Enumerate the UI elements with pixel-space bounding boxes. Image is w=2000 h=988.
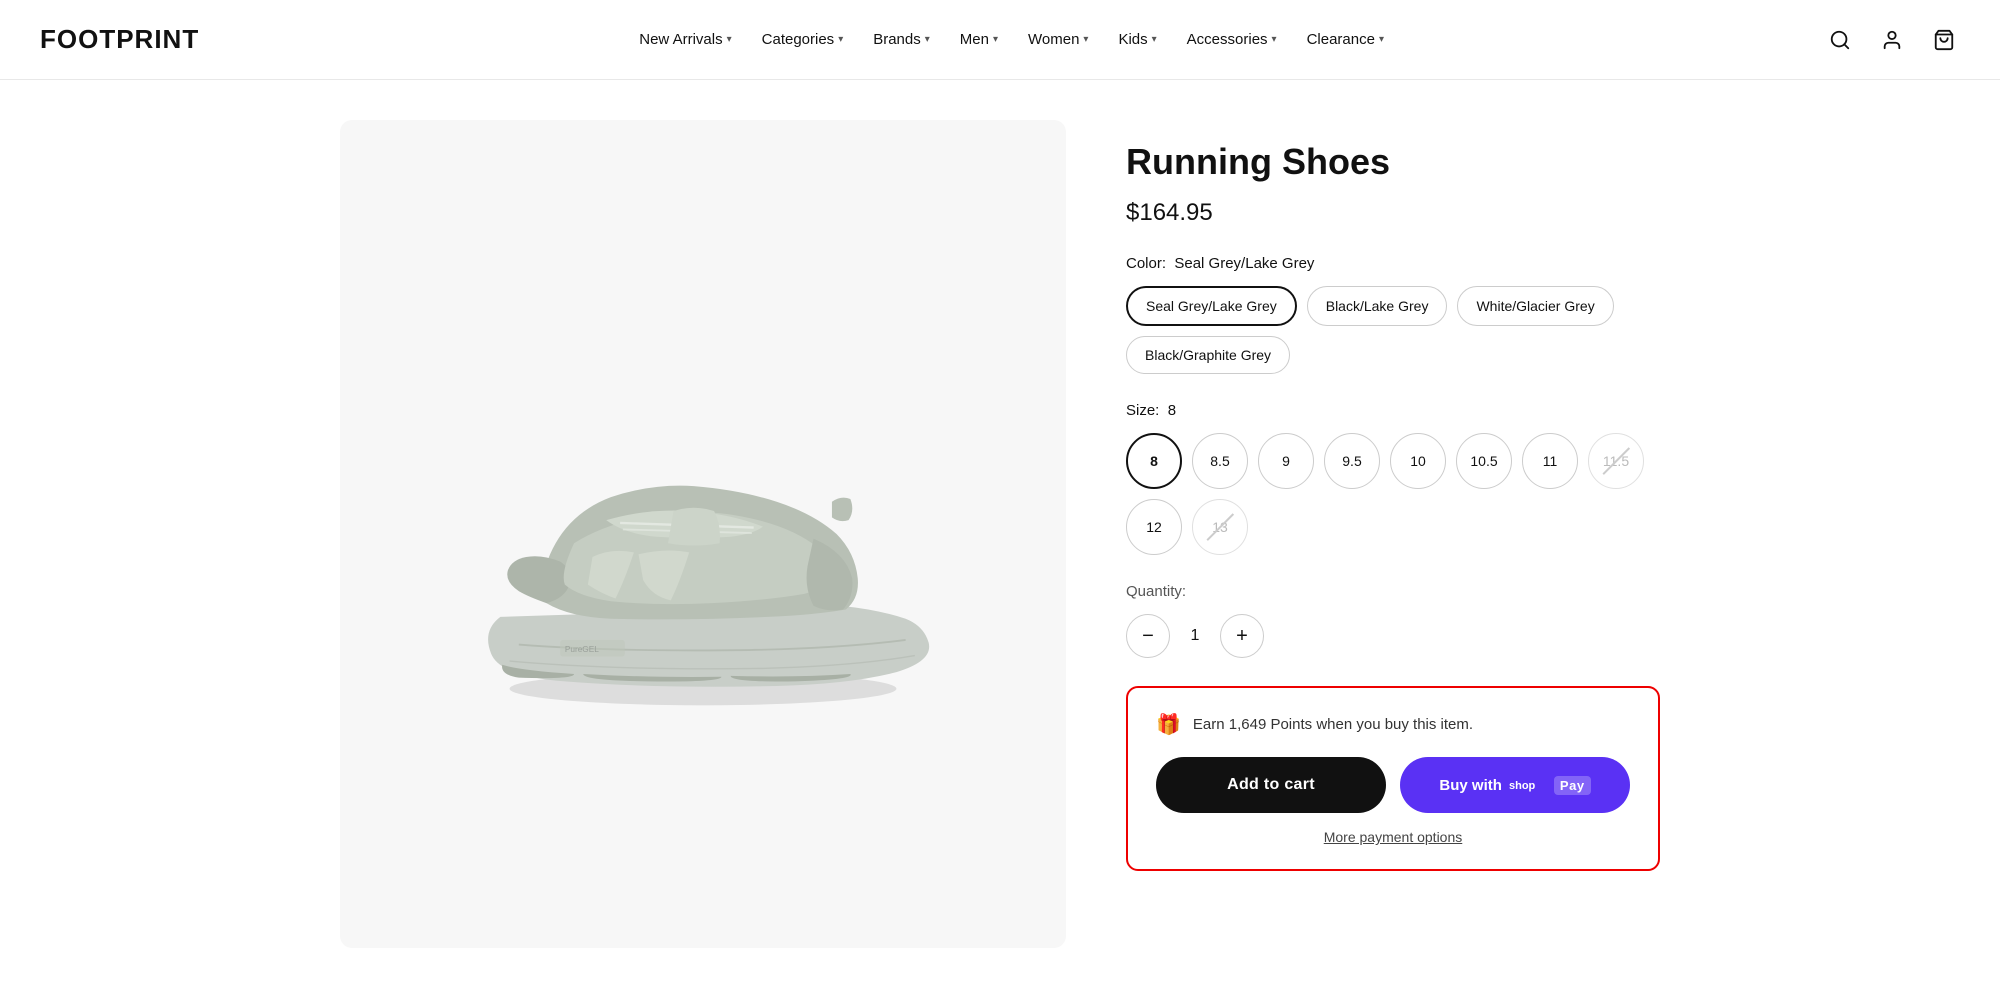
chevron-down-icon: ▾ — [838, 34, 843, 45]
add-to-cart-button[interactable]: Add to cart — [1156, 757, 1386, 813]
cta-buttons: Add to cart Buy with shop Pay — [1156, 757, 1630, 813]
main-content: PureGEL Running Shoes $164.95 Color: Sea… — [300, 80, 1700, 988]
chevron-down-icon: ▾ — [925, 34, 930, 45]
cart-button[interactable] — [1928, 24, 1960, 56]
rewards-text: 🎁 Earn 1,649 Points when you buy this it… — [1156, 712, 1630, 737]
site-logo[interactable]: FOOTPRINT — [40, 24, 199, 55]
quantity-increase-button[interactable]: + — [1220, 614, 1264, 658]
more-payment-options-link[interactable]: More payment options — [1156, 829, 1630, 845]
nav-brands[interactable]: Brands ▾ — [861, 23, 942, 56]
search-button[interactable] — [1824, 24, 1856, 56]
chevron-down-icon: ▾ — [1152, 34, 1157, 45]
chevron-down-icon: ▾ — [1083, 34, 1088, 45]
size-option-9-5[interactable]: 9.5 — [1324, 433, 1380, 489]
size-option-10-5[interactable]: 10.5 — [1456, 433, 1512, 489]
size-option-9[interactable]: 9 — [1258, 433, 1314, 489]
size-label: Size: 8 — [1126, 402, 1660, 419]
shop-pay-label: Buy with shop Pay — [1439, 776, 1590, 795]
account-button[interactable] — [1876, 24, 1908, 56]
quantity-controls: − 1 + — [1126, 614, 1660, 658]
size-option-11[interactable]: 11 — [1522, 433, 1578, 489]
quantity-label: Quantity: — [1126, 583, 1660, 600]
size-option-11-5: 11.5 — [1588, 433, 1644, 489]
nav-categories[interactable]: Categories ▾ — [750, 23, 856, 56]
buy-with-text: Buy with — [1439, 777, 1502, 794]
product-title: Running Shoes — [1126, 140, 1660, 183]
svg-text:shop: shop — [1509, 780, 1536, 792]
nav-kids[interactable]: Kids ▾ — [1106, 23, 1168, 56]
size-options: 8 8.5 9 9.5 10 10.5 11 11.5 12 13 — [1126, 433, 1660, 555]
site-header: FOOTPRINT New Arrivals ▾ Categories ▾ Br… — [0, 0, 2000, 80]
size-option-8-5[interactable]: 8.5 — [1192, 433, 1248, 489]
cta-box: 🎁 Earn 1,649 Points when you buy this it… — [1126, 686, 1660, 871]
chevron-down-icon: ▾ — [993, 34, 998, 45]
nav-women[interactable]: Women ▾ — [1016, 23, 1100, 56]
color-option-seal-grey[interactable]: Seal Grey/Lake Grey — [1126, 286, 1297, 326]
color-option-white-glacier[interactable]: White/Glacier Grey — [1457, 286, 1613, 326]
nav-clearance[interactable]: Clearance ▾ — [1295, 23, 1396, 56]
shop-logo: shop — [1508, 776, 1548, 794]
nav-accessories[interactable]: Accessories ▾ — [1175, 23, 1289, 56]
product-image: PureGEL — [423, 359, 983, 709]
svg-text:PureGEL: PureGEL — [565, 645, 599, 654]
chevron-down-icon: ▾ — [1272, 34, 1277, 45]
pay-badge: Pay — [1554, 776, 1591, 795]
nav-new-arrivals[interactable]: New Arrivals ▾ — [627, 23, 743, 56]
buy-with-shop-pay-button[interactable]: Buy with shop Pay — [1400, 757, 1630, 813]
size-option-8[interactable]: 8 — [1126, 433, 1182, 489]
product-details: Running Shoes $164.95 Color: Seal Grey/L… — [1126, 120, 1660, 948]
color-label: Color: Seal Grey/Lake Grey — [1126, 255, 1660, 272]
chevron-down-icon: ▾ — [1379, 34, 1384, 45]
gift-icon: 🎁 — [1156, 712, 1181, 737]
header-actions — [1824, 24, 1960, 56]
product-price: $164.95 — [1126, 199, 1660, 227]
chevron-down-icon: ▾ — [727, 34, 732, 45]
size-option-12[interactable]: 12 — [1126, 499, 1182, 555]
nav-men[interactable]: Men ▾ — [948, 23, 1010, 56]
main-nav: New Arrivals ▾ Categories ▾ Brands ▾ Men… — [627, 23, 1396, 56]
quantity-decrease-button[interactable]: − — [1126, 614, 1170, 658]
color-option-black-lake[interactable]: Black/Lake Grey — [1307, 286, 1448, 326]
product-image-container: PureGEL — [340, 284, 1066, 784]
color-option-black-graphite[interactable]: Black/Graphite Grey — [1126, 336, 1290, 374]
product-image-section: PureGEL — [340, 120, 1066, 948]
size-option-10[interactable]: 10 — [1390, 433, 1446, 489]
color-options: Seal Grey/Lake Grey Black/Lake Grey Whit… — [1126, 286, 1660, 374]
size-option-13: 13 — [1192, 499, 1248, 555]
color-selected-value: Seal Grey/Lake Grey — [1174, 255, 1314, 272]
quantity-value: 1 — [1170, 627, 1220, 645]
size-selected-value: 8 — [1168, 402, 1176, 419]
